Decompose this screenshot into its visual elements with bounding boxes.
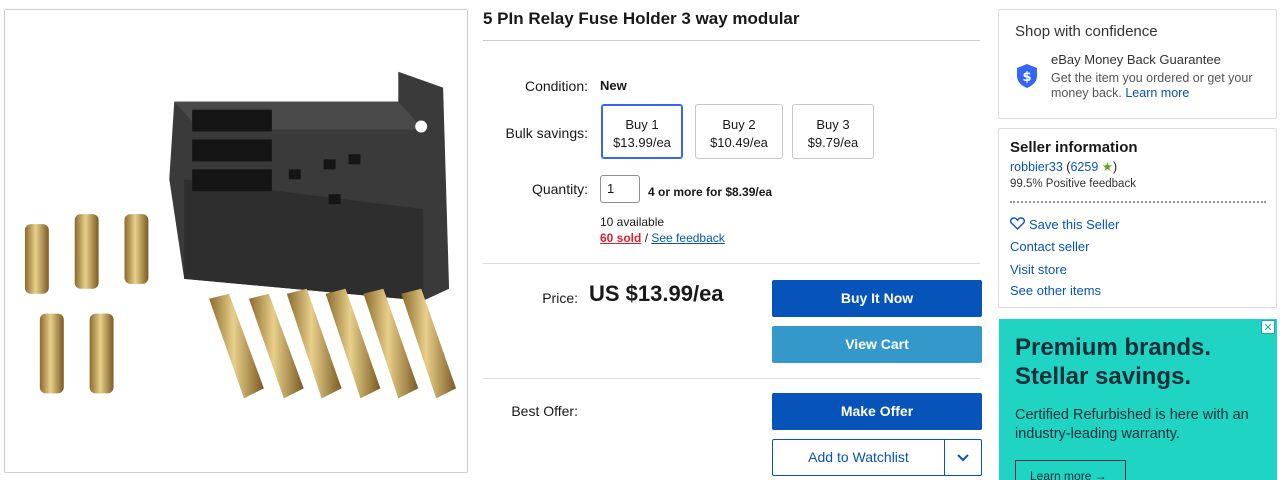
seller-name-link[interactable]: robbier33 (1010, 160, 1063, 174)
ad-learn-more-button[interactable]: Learn more → (1015, 460, 1126, 480)
bulk-option-buy-1[interactable]: Buy 1 $13.99/ea (601, 104, 683, 159)
sold-line: 60 sold / See feedback (600, 231, 725, 245)
listing-page: 5 PIn Relay Fuse Holder 3 way modular Co… (0, 0, 1280, 480)
seller-name-line: robbier33 (6259 ★) (1010, 159, 1117, 174)
seller-info-title: Seller information (1010, 139, 1138, 156)
seller-information-card: Seller information robbier33 (6259 ★) 99… (998, 128, 1277, 308)
save-seller-label: Save this Seller (1029, 217, 1120, 232)
confidence-title: Shop with confidence (1015, 23, 1158, 40)
contact-seller-link[interactable]: Contact seller (1010, 239, 1089, 254)
see-feedback-link[interactable]: See feedback (651, 231, 724, 245)
watchlist-control: Add to Watchlist (772, 439, 982, 476)
product-image[interactable] (4, 9, 468, 473)
ad-headline-line1: Premium brands. (1015, 334, 1212, 361)
add-to-watchlist-button[interactable]: Add to Watchlist (773, 440, 945, 475)
title-divider (483, 40, 980, 41)
bulk-option-qty: Buy 3 (816, 117, 850, 132)
bulk-option-buy-2[interactable]: Buy 2 $10.49/ea (695, 104, 783, 159)
arrow-right-icon: → (1094, 469, 1107, 480)
guarantee-title: eBay Money Back Guarantee (1051, 52, 1221, 67)
bulk-option-price: $9.79/ea (807, 135, 859, 150)
price-label: Price: (542, 290, 578, 306)
bulk-option-price: $10.49/ea (710, 135, 768, 150)
svg-text:$: $ (1022, 70, 1031, 85)
bulk-option-price: $13.99/ea (613, 135, 671, 150)
seller-feedback-percent: 99.5% Positive feedback (1010, 178, 1136, 190)
ad-headline: Premium brands. Stellar savings. (1015, 333, 1211, 391)
shop-with-confidence-card: Shop with confidence $ eBay Money Back G… (998, 9, 1277, 119)
seller-score-close: ) (1112, 160, 1118, 174)
bulk-option-qty: Buy 2 (722, 117, 756, 132)
relay-holder-image (24, 71, 457, 399)
guarantee-text: Get the item you ordered or get your mon… (1051, 71, 1266, 101)
quantity-input[interactable]: 1 (600, 175, 640, 203)
dotted-divider (1010, 201, 1266, 203)
purchase-panel: 5 PIn Relay Fuse Holder 3 way modular Co… (483, 0, 982, 480)
bulk-savings-label: Bulk savings: (505, 125, 588, 141)
ad-cta-label: Learn more (1030, 469, 1092, 480)
see-other-items-link[interactable]: See other items (1010, 283, 1101, 298)
make-offer-button[interactable]: Make Offer (772, 393, 982, 430)
listing-title: 5 PIn Relay Fuse Holder 3 way modular (483, 9, 800, 28)
bulk-option-buy-3[interactable]: Buy 3 $9.79/ea (792, 104, 874, 159)
quantity-discount-note: 4 or more for $8.39/ea (648, 185, 773, 199)
best-offer-label: Best Offer: (511, 403, 578, 419)
heart-icon (1009, 217, 1026, 230)
ad-headline-line2: Stellar savings. (1015, 363, 1192, 390)
view-cart-button[interactable]: View Cart (772, 326, 982, 363)
shield-dollar-icon: $ (1017, 64, 1037, 88)
sold-separator: / (641, 231, 652, 245)
buy-it-now-button[interactable]: Buy It Now (772, 280, 982, 317)
divider (483, 263, 980, 264)
save-seller-link[interactable]: Save this Seller (1009, 217, 1120, 232)
star-icon: ★ (1098, 160, 1113, 174)
seller-score-link[interactable]: 6259 (1070, 160, 1098, 174)
visit-store-link[interactable]: Visit store (1010, 262, 1067, 277)
watchlist-dropdown-button[interactable] (945, 440, 981, 475)
available-count: 10 available (600, 215, 665, 229)
bulk-option-qty: Buy 1 (625, 117, 659, 132)
learn-more-link[interactable]: Learn more (1125, 86, 1189, 100)
ad-body: Certified Refurbished is here with an in… (1015, 407, 1249, 442)
chevron-down-icon (957, 454, 969, 462)
divider (483, 378, 980, 379)
sold-count-link[interactable]: 60 sold (600, 231, 641, 245)
condition-label: Condition: (524, 78, 588, 94)
advertisement-banner[interactable]: ✕ Premium brands. Stellar savings. Certi… (999, 319, 1277, 480)
condition-value: New (600, 78, 627, 93)
ad-close-icon[interactable]: ✕ (1261, 320, 1275, 334)
price-value: US $13.99/ea (589, 281, 724, 306)
quantity-label: Quantity: (531, 181, 588, 197)
